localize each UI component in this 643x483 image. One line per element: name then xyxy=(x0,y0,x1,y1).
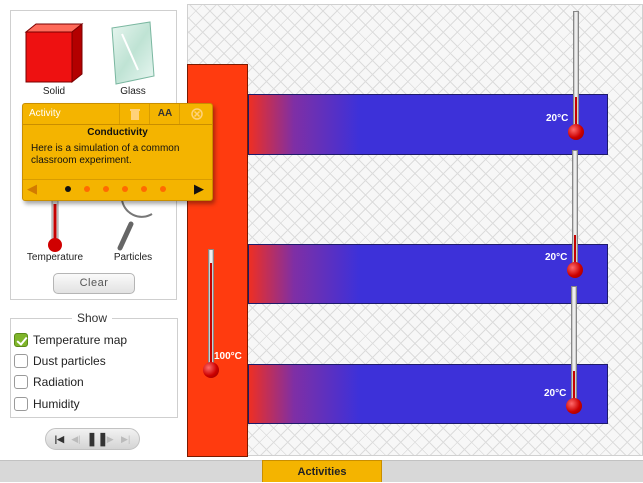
page-dot[interactable] xyxy=(84,186,90,192)
show-option-label: Temperature map xyxy=(33,333,128,347)
checkbox-icon[interactable] xyxy=(14,375,28,389)
thermometer-bulb-icon xyxy=(567,262,583,278)
bar-3-thermometer[interactable] xyxy=(571,286,577,402)
skip-forward-icon[interactable]: ▶| xyxy=(120,434,132,445)
bar-1-temp: 20°C xyxy=(546,113,569,124)
trash-icon[interactable] xyxy=(119,104,150,124)
palette-label-temperature: Temperature xyxy=(26,252,84,263)
page-dot[interactable] xyxy=(103,186,109,192)
show-option-dust-particles[interactable]: Dust particles xyxy=(14,352,106,370)
clear-button[interactable]: Clear xyxy=(53,273,135,294)
checkbox-checked-icon[interactable] xyxy=(14,333,28,347)
palette-label-particles: Particles xyxy=(113,252,153,263)
conductor-bar-1[interactable] xyxy=(248,94,608,155)
palette-item-temperature[interactable] xyxy=(46,197,64,254)
thermometer-bulb-icon xyxy=(203,362,219,378)
show-option-temperature-map[interactable]: Temperature map xyxy=(14,331,127,349)
bar-2-temp: 20°C xyxy=(545,252,568,263)
magnifier-icon xyxy=(117,199,153,251)
text-size-icon[interactable]: AA xyxy=(149,104,180,124)
activity-title: Conductivity xyxy=(87,127,148,138)
thermometer-bulb-icon xyxy=(568,124,584,140)
playback-controls: |◀ ◀| ❚❚ |▶ ▶| xyxy=(45,428,140,450)
page-dot[interactable] xyxy=(65,186,71,192)
prev-arrow-icon[interactable]: ◀ xyxy=(27,181,37,197)
activity-tab[interactable]: Activity xyxy=(23,104,119,124)
thermometer-bulb-icon xyxy=(566,398,582,414)
activity-header: Activity AA xyxy=(23,104,212,125)
activity-body: Here is a simulation of a common classro… xyxy=(31,143,180,166)
next-arrow-icon[interactable]: ▶ xyxy=(194,181,204,197)
skip-back-icon[interactable]: |◀ xyxy=(53,434,65,445)
palette-item-particles[interactable] xyxy=(114,196,162,252)
show-option-label: Humidity xyxy=(33,397,80,411)
show-option-label: Dust particles xyxy=(33,354,106,368)
show-option-radiation[interactable]: Radiation xyxy=(14,373,84,391)
step-back-icon[interactable]: ◀| xyxy=(70,434,82,445)
palette-item-glass[interactable] xyxy=(108,20,158,86)
checkbox-icon[interactable] xyxy=(14,397,28,411)
page-dot[interactable] xyxy=(141,186,147,192)
show-panel-title: Show xyxy=(72,311,113,325)
palette-label-solid: Solid xyxy=(42,86,66,97)
bar-1-thermometer[interactable] xyxy=(573,11,579,128)
show-option-humidity[interactable]: Humidity xyxy=(14,395,80,413)
red-cube-icon xyxy=(24,22,84,84)
show-option-label: Radiation xyxy=(33,375,84,389)
palette-label-glass: Glass xyxy=(120,86,146,97)
checkbox-icon[interactable] xyxy=(14,354,28,368)
close-icon[interactable] xyxy=(179,104,213,124)
heat-source-temp: 100°C xyxy=(214,351,242,362)
step-forward-icon[interactable]: |▶ xyxy=(103,434,115,445)
activity-panel: Activity AA Conductivity Here is a simul… xyxy=(22,103,213,201)
palette-item-solid[interactable] xyxy=(24,22,84,84)
pause-icon[interactable]: ❚❚ xyxy=(86,431,108,447)
bar-3-temp: 20°C xyxy=(544,388,567,399)
bar-2-thermometer[interactable] xyxy=(572,150,578,266)
page-dot[interactable] xyxy=(160,186,166,192)
thermometer-icon xyxy=(48,197,62,252)
activity-pagination xyxy=(23,179,212,200)
page-dot[interactable] xyxy=(122,186,128,192)
activities-button[interactable]: Activities xyxy=(262,460,382,482)
glass-pane-icon xyxy=(111,21,155,85)
